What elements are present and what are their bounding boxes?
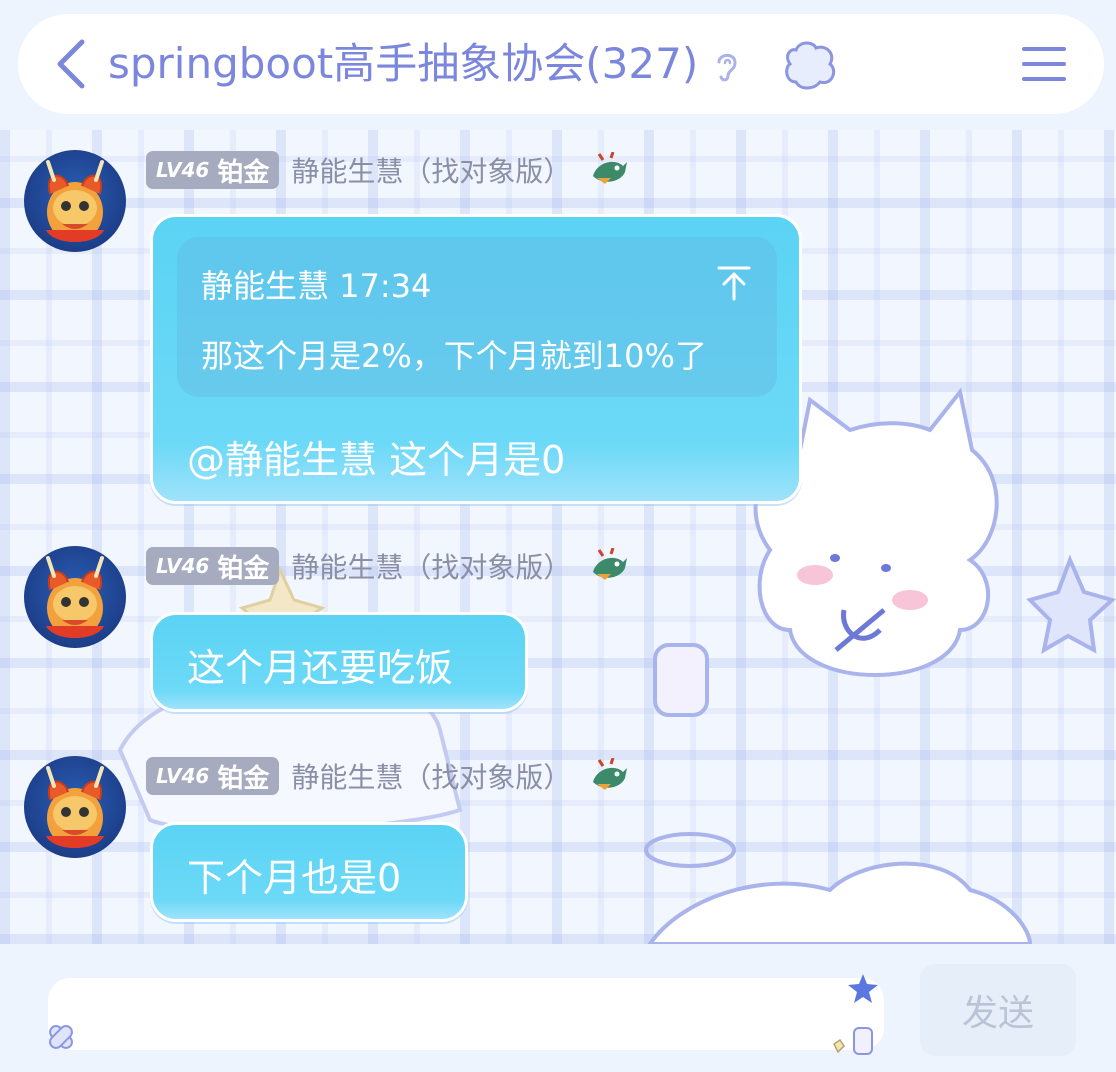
group-title[interactable]: springboot高手抽象协会(327) [108, 36, 698, 92]
chat-header: springboot高手抽象协会(327) [18, 14, 1104, 114]
message-bubble[interactable]: 下个月也是0 [150, 822, 468, 922]
message-input[interactable] [48, 978, 884, 1050]
sender-name[interactable]: 静能生慧（找对象版） [291, 150, 571, 190]
dragon-icon [593, 758, 628, 790]
chat-message-list[interactable]: LV46 铂金 静能生慧（找对象版） 静能生慧 17:34 那这个月是2%，下个… [0, 130, 1116, 944]
quote-header: 静能生慧 17:34 [201, 267, 432, 305]
message-text: 这个月还要吃饭 [187, 646, 454, 690]
level-badge: LV46 铂金 [146, 151, 280, 189]
message-text: @静能生慧 这个月是0 [187, 438, 566, 482]
avatar[interactable] [24, 150, 126, 252]
level-badge: LV46 铂金 [146, 757, 280, 795]
bandaid-icon [49, 1025, 73, 1049]
avatar[interactable] [24, 756, 126, 858]
rank-text: 铂金 [217, 763, 270, 794]
level-text: LV46 [156, 554, 210, 578]
cloud-icon[interactable] [782, 38, 840, 92]
quote-text: 那这个月是2%，下个月就到10%了 [201, 337, 707, 375]
rank-text: 铂金 [217, 157, 270, 188]
rank-text: 铂金 [217, 553, 270, 584]
jump-to-icon[interactable] [717, 265, 751, 301]
sender-name[interactable]: 静能生慧（找对象版） [291, 756, 571, 796]
message-bubble[interactable]: 静能生慧 17:34 那这个月是2%，下个月就到10%了 @静能生慧 这个月是0 [150, 214, 802, 504]
level-text: LV46 [156, 158, 210, 182]
quoted-message[interactable]: 静能生慧 17:34 那这个月是2%，下个月就到10%了 [177, 237, 777, 397]
bottle-icon [833, 1027, 873, 1055]
menu-icon[interactable] [1022, 44, 1066, 84]
message-bubble[interactable]: 这个月还要吃饭 [150, 612, 528, 712]
sender-meta: LV46 铂金 静能生慧（找对象版） [146, 756, 629, 796]
ear-icon[interactable] [712, 48, 742, 84]
composer-bar: 发送 [0, 944, 1116, 1072]
dragon-icon [593, 548, 628, 580]
sender-meta: LV46 铂金 静能生慧（找对象版） [146, 546, 629, 586]
send-button[interactable]: 发送 [920, 964, 1076, 1056]
back-arrow-icon[interactable] [52, 38, 92, 90]
star-icon [848, 974, 878, 1003]
level-text: LV46 [156, 764, 210, 788]
message-text: 下个月也是0 [187, 856, 402, 900]
dragon-icon [593, 152, 628, 184]
avatar[interactable] [24, 546, 126, 648]
sender-meta: LV46 铂金 静能生慧（找对象版） [146, 150, 629, 190]
sender-name[interactable]: 静能生慧（找对象版） [291, 546, 571, 586]
level-badge: LV46 铂金 [146, 547, 280, 585]
